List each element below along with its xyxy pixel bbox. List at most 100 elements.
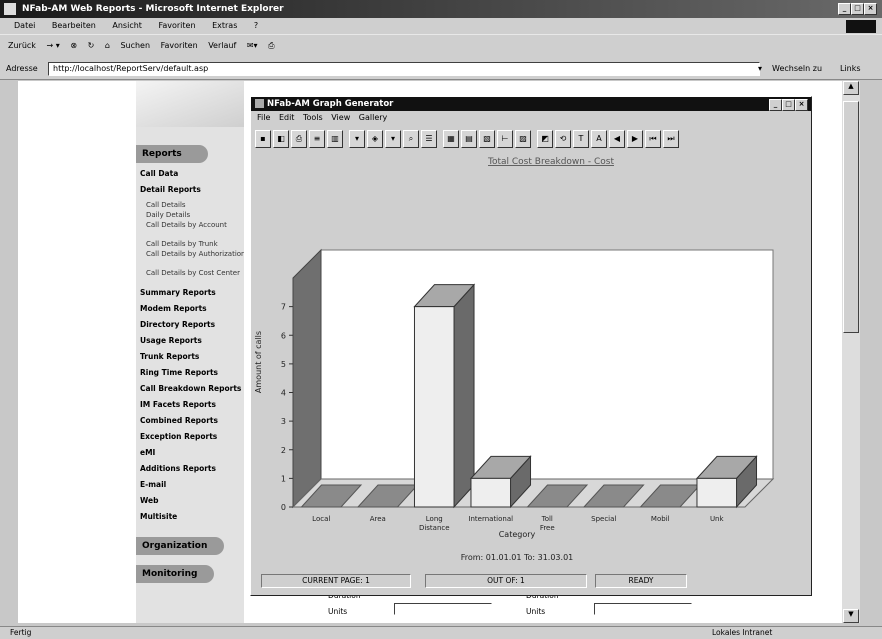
save-icon[interactable]: ▪ <box>255 130 271 148</box>
scroll-down-icon[interactable]: ▼ <box>843 609 859 623</box>
nav-item[interactable]: eMI <box>140 448 155 457</box>
graph-statusbar: CURRENT PAGE: 1 OUT OF: 1 READY <box>255 573 807 589</box>
dropdown-icon[interactable]: ▾ <box>349 130 365 148</box>
nav-item[interactable]: Trunk Reports <box>140 352 199 361</box>
nav-item[interactable]: Modem Reports <box>140 304 207 313</box>
forward-icon[interactable]: → ▾ <box>47 41 60 50</box>
nav-item[interactable]: Call Data <box>140 169 178 178</box>
scroll-up-icon[interactable]: ▲ <box>843 81 859 95</box>
report-navigation: Reports Call Data Detail Reports Call Deta… <box>136 81 246 623</box>
series-icon[interactable]: ▧ <box>479 130 495 148</box>
close-icon[interactable]: × <box>864 3 877 15</box>
axis-icon[interactable]: ⊢ <box>497 130 513 148</box>
units-field-2[interactable] <box>594 603 692 615</box>
history-button[interactable]: Verlauf <box>208 41 236 50</box>
graph-close-icon[interactable]: × <box>795 99 808 111</box>
home-icon[interactable]: ⌂ <box>105 41 110 50</box>
dropdown-icon[interactable]: ▾ <box>385 130 401 148</box>
page-scrollbar[interactable]: ▲ ▼ <box>842 81 860 623</box>
prev-icon[interactable]: ◀ <box>609 130 625 148</box>
nav-item[interactable]: E-mail <box>140 480 166 489</box>
x-tick-label: Long Distance <box>419 515 450 532</box>
address-input[interactable]: http://localhost/ReportServ/default.asp <box>48 62 760 76</box>
graph-maximize-icon[interactable]: □ <box>782 99 795 111</box>
nav-item[interactable]: Usage Reports <box>140 336 202 345</box>
x-axis-label: Category <box>499 530 536 539</box>
graph-menu-view[interactable]: View <box>331 113 350 122</box>
next-icon[interactable]: ▶ <box>627 130 643 148</box>
nav-item[interactable]: Call Details by Account <box>146 221 246 230</box>
ready-status: READY <box>595 574 687 588</box>
grid-icon[interactable]: ▦ <box>443 130 459 148</box>
status-text: Fertig <box>10 628 32 637</box>
graph-minimize-icon[interactable]: _ <box>769 99 782 111</box>
y-tick-label: 0 <box>281 503 286 512</box>
graph-menu-file[interactable]: File <box>257 113 270 122</box>
nav-item[interactable]: Call Details by Authorization <box>146 250 246 259</box>
nav-item[interactable]: Web <box>140 496 158 505</box>
rotate-icon[interactable]: ⟲ <box>555 130 571 148</box>
nav-item[interactable]: Directory Reports <box>140 320 215 329</box>
nav-item[interactable]: Call Details by Trunk <box>146 240 246 249</box>
nav-item[interactable]: Combined Reports <box>140 416 218 425</box>
graph-menu-gallery[interactable]: Gallery <box>359 113 388 122</box>
nav-item[interactable]: IM Facets Reports <box>140 400 216 409</box>
menu-file[interactable]: Datei <box>14 21 35 30</box>
app-icon <box>255 99 264 108</box>
favorites-button[interactable]: Favoriten <box>161 41 198 50</box>
print-icon[interactable]: ⎙ <box>291 130 307 148</box>
nav-item[interactable]: Detail Reports <box>140 185 201 194</box>
scroll-thumb[interactable] <box>843 101 859 333</box>
properties-icon[interactable]: ☰ <box>421 130 437 148</box>
zoom-icon[interactable]: ⌕ <box>403 130 419 148</box>
ie-logo-icon <box>4 3 16 15</box>
units-label-1: Units <box>328 607 348 616</box>
address-dropdown-icon[interactable]: ▾ <box>758 59 762 79</box>
search-button[interactable]: Suchen <box>120 41 150 50</box>
menu-view[interactable]: Ansicht <box>112 21 142 30</box>
nav-item[interactable]: Call Details by Cost Center <box>146 269 246 278</box>
links-button[interactable]: Links <box>840 59 861 79</box>
address-bar: Adresse http://localhost/ReportServ/defa… <box>0 59 882 80</box>
units-field-1[interactable] <box>394 603 492 615</box>
first-icon[interactable]: ⏮ <box>645 130 661 148</box>
menu-help[interactable]: ? <box>254 21 258 30</box>
last-icon[interactable]: ⏭ <box>663 130 679 148</box>
chart-type-icon[interactable]: ▥ <box>327 130 343 148</box>
font-icon[interactable]: A <box>591 130 607 148</box>
current-page-status: CURRENT PAGE: 1 <box>261 574 411 588</box>
organization-heading[interactable]: Organization <box>136 537 224 555</box>
nav-item[interactable]: Call Details <box>146 201 246 210</box>
menu-favorites[interactable]: Favoriten <box>158 21 195 30</box>
graph-menu-edit[interactable]: Edit <box>279 113 295 122</box>
nav-item[interactable]: Ring Time Reports <box>140 368 218 377</box>
menu-edit[interactable]: Bearbeiten <box>52 21 96 30</box>
back-button[interactable]: Zurück <box>8 41 36 50</box>
nav-item[interactable]: Multisite <box>140 512 177 521</box>
minimize-icon[interactable]: _ <box>838 3 851 15</box>
copy-icon[interactable]: ◧ <box>273 130 289 148</box>
nav-item[interactable]: Call Breakdown Reports <box>140 384 241 393</box>
y-axis-label: Amount of calls <box>255 331 263 393</box>
graph-menu-tools[interactable]: Tools <box>303 113 323 122</box>
3d-icon[interactable]: ◩ <box>537 130 553 148</box>
data-icon[interactable]: ▨ <box>515 130 531 148</box>
refresh-icon[interactable]: ↻ <box>88 41 95 50</box>
nav-item[interactable]: Summary Reports <box>140 288 216 297</box>
title-icon[interactable]: T <box>573 130 589 148</box>
nav-item[interactable]: Exception Reports <box>140 432 217 441</box>
monitoring-heading[interactable]: Monitoring <box>136 565 214 583</box>
nav-item[interactable]: Additions Reports <box>140 464 216 473</box>
units-label-2: Units <box>526 607 546 616</box>
maximize-icon[interactable]: □ <box>851 3 864 15</box>
reports-heading[interactable]: Reports <box>136 145 208 163</box>
mail-icon[interactable]: ✉▾ <box>247 41 258 50</box>
print-icon[interactable]: ⎙ <box>268 41 274 50</box>
color-icon[interactable]: ◈ <box>367 130 383 148</box>
menu-tools[interactable]: Extras <box>212 21 237 30</box>
legend-icon[interactable]: ▤ <box>461 130 477 148</box>
export-icon[interactable]: ≡ <box>309 130 325 148</box>
go-button[interactable]: Wechseln zu <box>772 59 822 79</box>
nav-item[interactable]: Daily Details <box>146 211 246 220</box>
stop-icon[interactable]: ⊗ <box>70 41 77 50</box>
